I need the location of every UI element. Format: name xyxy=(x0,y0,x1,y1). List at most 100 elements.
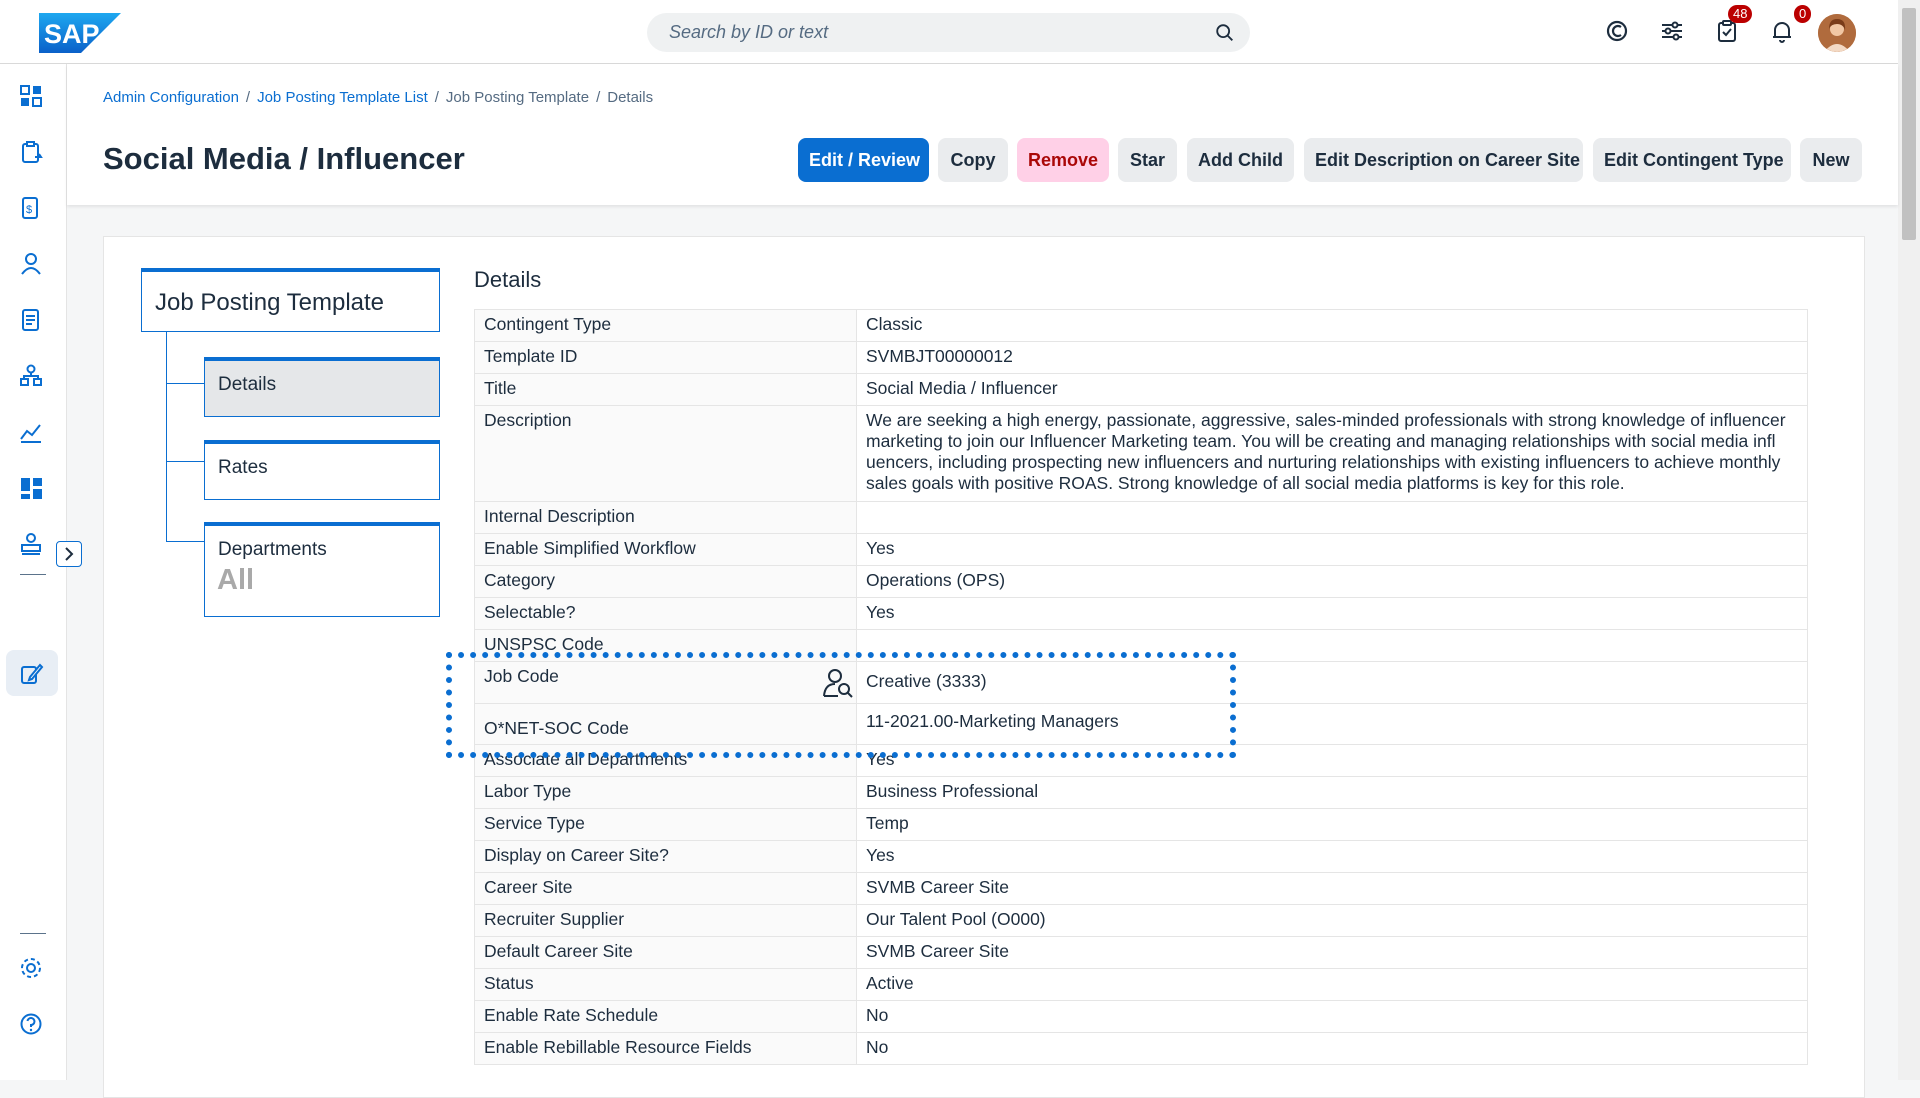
gear-icon[interactable] xyxy=(18,955,44,981)
notifications-bell-icon[interactable] xyxy=(1769,18,1795,44)
table-row: Contingent Type Classic xyxy=(474,309,1808,342)
field-value: Yes xyxy=(856,840,1808,873)
svg-text:SAP: SAP xyxy=(44,19,100,49)
tree-node-details[interactable]: Details xyxy=(204,357,440,417)
edit-review-button[interactable]: Edit / Review xyxy=(798,138,929,182)
field-label: Career Site xyxy=(474,872,857,905)
table-row: Service Type Temp xyxy=(474,808,1808,841)
field-value-description: We are seeking a high energy, passionate… xyxy=(856,405,1808,502)
document-money-icon[interactable]: $ xyxy=(18,195,44,221)
tiles-icon[interactable] xyxy=(18,475,44,501)
nav-separator xyxy=(20,574,46,575)
page-header xyxy=(67,64,1898,205)
tree-node-departments-value: All xyxy=(217,564,255,596)
user-avatar[interactable] xyxy=(1818,14,1856,52)
field-value: Temp xyxy=(856,808,1808,841)
edit-configuration-icon[interactable] xyxy=(18,661,44,687)
person-search-icon[interactable] xyxy=(822,667,854,699)
person-icon[interactable] xyxy=(18,251,44,277)
field-label: O*NET-SOC Code xyxy=(474,703,857,745)
tree-node-details-label: Details xyxy=(218,374,277,395)
nav-separator-bottom xyxy=(20,933,46,934)
field-value: SVMBJT00000012 xyxy=(856,341,1808,374)
field-label: Labor Type xyxy=(474,776,857,809)
left-navigation: $ xyxy=(0,64,67,1080)
table-row: Internal Description xyxy=(474,501,1808,534)
table-row: UNSPSC Code xyxy=(474,629,1808,662)
settings-sliders-icon[interactable] xyxy=(1659,18,1685,44)
search-box[interactable] xyxy=(647,13,1250,52)
field-value xyxy=(856,501,1808,534)
star-button[interactable]: Star xyxy=(1118,138,1177,182)
search-icon[interactable] xyxy=(1214,22,1236,44)
breadcrumb-admin-configuration[interactable]: Admin Configuration xyxy=(103,89,239,106)
table-row: Status Active xyxy=(474,968,1808,1001)
vertical-scrollbar[interactable] xyxy=(1898,0,1920,1080)
search-input[interactable] xyxy=(667,21,1191,44)
field-label: Template ID xyxy=(474,341,857,374)
edit-contingent-type-button[interactable]: Edit Contingent Type xyxy=(1593,138,1791,182)
field-value: Our Talent Pool (O000) xyxy=(856,904,1808,937)
table-row: O*NET-SOC Code 11-2021.00-Marketing Manag… xyxy=(474,703,1808,745)
notifications-badge: 0 xyxy=(1794,5,1812,23)
tree-connector-departments xyxy=(166,541,204,542)
table-row: Associate all Departments Yes xyxy=(474,744,1808,777)
nav-expand-button[interactable] xyxy=(56,541,82,567)
worker-desk-icon[interactable] xyxy=(18,531,44,557)
breadcrumb: Admin Configuration / Job Posting Template… xyxy=(103,89,654,106)
field-value: Yes xyxy=(856,597,1808,630)
field-value: SVMB Career Site xyxy=(856,872,1808,905)
table-row: Selectable? Yes xyxy=(474,597,1808,630)
remove-button[interactable]: Remove xyxy=(1017,138,1109,182)
tree-root-job-posting-template[interactable]: Job Posting Template xyxy=(141,268,440,332)
copy-button[interactable]: Copy xyxy=(938,138,1008,182)
help-icon[interactable] xyxy=(18,1011,44,1037)
clipboard-request-icon[interactable] xyxy=(18,139,44,165)
new-button[interactable]: New xyxy=(1800,138,1862,182)
field-label: Recruiter Supplier xyxy=(474,904,857,937)
invoice-list-icon[interactable] xyxy=(18,307,44,333)
analytics-chart-icon[interactable] xyxy=(18,419,44,445)
tree-connector xyxy=(166,332,167,542)
details-table: Contingent Type Classic Template ID SVMBJT… xyxy=(474,309,1808,1065)
tree-node-rates[interactable]: Rates xyxy=(204,440,440,500)
field-value: SVMB Career Site xyxy=(856,936,1808,969)
copilot-icon[interactable] xyxy=(1604,18,1630,44)
field-value: Classic xyxy=(856,309,1808,342)
field-label: Contingent Type xyxy=(474,309,857,342)
field-label: UNSPSC Code xyxy=(474,629,857,662)
field-value: Yes xyxy=(856,533,1808,566)
field-value: No xyxy=(856,1032,1808,1065)
table-row: Enable Rebillable Resource Fields No xyxy=(474,1032,1808,1065)
add-child-button[interactable]: Add Child xyxy=(1187,138,1294,182)
field-label: Status xyxy=(474,968,857,1001)
table-row: Labor Type Business Professional xyxy=(474,776,1808,809)
org-hierarchy-icon[interactable] xyxy=(18,363,44,389)
field-label: Associate all Departments xyxy=(474,744,857,777)
table-row: Title Social Media / Influencer xyxy=(474,373,1808,406)
tree-node-departments-label: Departments xyxy=(218,539,327,560)
breadcrumb-details: Details xyxy=(607,89,654,106)
breadcrumb-job-posting-template: Job Posting Template xyxy=(445,89,590,106)
field-label: Title xyxy=(474,373,857,406)
field-label: Enable Rebillable Resource Fields xyxy=(474,1032,857,1065)
tree-connector-details xyxy=(166,383,204,384)
svg-text:$: $ xyxy=(26,204,32,216)
table-row: Recruiter Supplier Our Talent Pool (O000) xyxy=(474,904,1808,937)
job-code-label: Job Code xyxy=(484,666,559,686)
scrollbar-thumb[interactable] xyxy=(1902,8,1916,240)
field-label: Service Type xyxy=(474,808,857,841)
field-label: Job Code xyxy=(474,661,857,704)
tasks-badge: 48 xyxy=(1728,5,1753,23)
tree-connector-rates xyxy=(166,461,204,462)
dashboard-grid-icon[interactable] xyxy=(18,83,44,109)
table-row: Career Site SVMB Career Site xyxy=(474,872,1808,905)
field-label: Selectable? xyxy=(474,597,857,630)
field-label: Category xyxy=(474,565,857,598)
tree-node-departments[interactable]: Departments All xyxy=(204,522,440,617)
sap-logo[interactable]: SAP xyxy=(39,13,121,53)
field-value: 11-2021.00-Marketing Managers xyxy=(856,703,1808,745)
edit-description-career-site-button[interactable]: Edit Description on Career Site xyxy=(1304,138,1583,182)
breadcrumb-job-posting-template-list[interactable]: Job Posting Template List xyxy=(257,89,428,106)
field-value: Business Professional xyxy=(856,776,1808,809)
